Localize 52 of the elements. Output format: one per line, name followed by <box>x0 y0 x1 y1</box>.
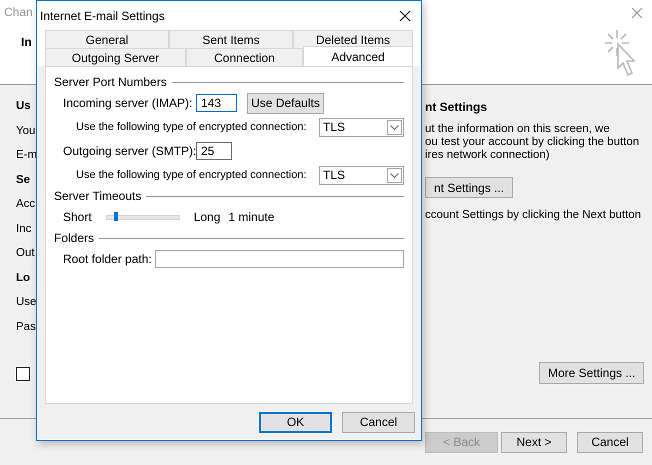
tab[interactable]: General <box>45 30 169 48</box>
group-title: Server Timeouts <box>54 189 142 203</box>
close-icon[interactable] <box>399 10 411 22</box>
timeout-value: 1 minute <box>228 210 274 224</box>
group-title: Folders <box>54 231 94 245</box>
tab[interactable]: Advanced <box>303 46 413 66</box>
root-folder-field[interactable] <box>155 250 404 268</box>
field-label: Use <box>16 296 38 310</box>
tab[interactable]: Connection <box>186 48 303 66</box>
nav-button[interactable]: Next > <box>501 432 567 452</box>
tab[interactable]: Outgoing Server <box>45 48 186 66</box>
chevron-down-icon <box>390 172 399 178</box>
tab[interactable]: Sent Items <box>169 30 293 48</box>
field-label: You <box>16 124 36 138</box>
field-label: Use the following type of encrypted connection: <box>76 169 307 181</box>
slider-thumb[interactable] <box>114 212 118 220</box>
encryption-dropdown[interactable]: TLS <box>319 166 404 184</box>
description-text: ccount Settings by clicking the Next button <box>425 209 642 221</box>
field-label: Lo <box>16 272 32 286</box>
window-title: Chan <box>4 5 33 19</box>
field-label: Outgoing server (SMTP): <box>63 144 196 158</box>
chevron-down-icon <box>390 124 399 130</box>
encryption-dropdown[interactable]: TLS <box>319 118 404 136</box>
description-text: ut the information on this screen, we <box>425 123 611 136</box>
description-text: ou test your account by clicking the button <box>425 136 640 149</box>
field-label: Pas <box>16 320 37 334</box>
page-heading: In <box>21 35 32 49</box>
description-text: ires network connection) <box>425 149 551 162</box>
port-field[interactable]: 25 <box>196 142 232 160</box>
field-label: Use the following type of encrypted connection: <box>76 121 307 133</box>
more-settings-button[interactable]: More Settings ... <box>539 362 644 384</box>
field-label: Out <box>16 247 36 261</box>
field-label: Inc <box>16 222 32 236</box>
use-defaults-button[interactable]: Use Defaults <box>247 92 324 114</box>
field-label: E-m <box>16 149 38 163</box>
field-label: Incoming server (IMAP): <box>63 96 194 110</box>
nav-button[interactable]: Cancel <box>577 432 643 452</box>
slider-label: Short <box>63 210 92 224</box>
group-title: Server Port Numbers <box>54 75 167 89</box>
dialog-title: Internet E-mail Settings <box>40 8 165 22</box>
tab[interactable]: Deleted Items <box>293 30 413 48</box>
port-field[interactable]: 143 <box>196 94 237 112</box>
checkbox[interactable] <box>16 367 30 381</box>
field-label: Us <box>16 100 32 114</box>
field-label: Se <box>16 174 32 188</box>
test-settings-button[interactable]: nt Settings ... <box>425 177 514 198</box>
field-label: Root folder path: <box>63 252 153 266</box>
dialog-button[interactable]: OK <box>259 412 332 432</box>
section-heading: nt Settings <box>425 100 487 114</box>
slider-label: Long <box>194 210 220 224</box>
dialog-button[interactable]: Cancel <box>342 412 415 432</box>
field-label: Acc <box>16 198 36 212</box>
